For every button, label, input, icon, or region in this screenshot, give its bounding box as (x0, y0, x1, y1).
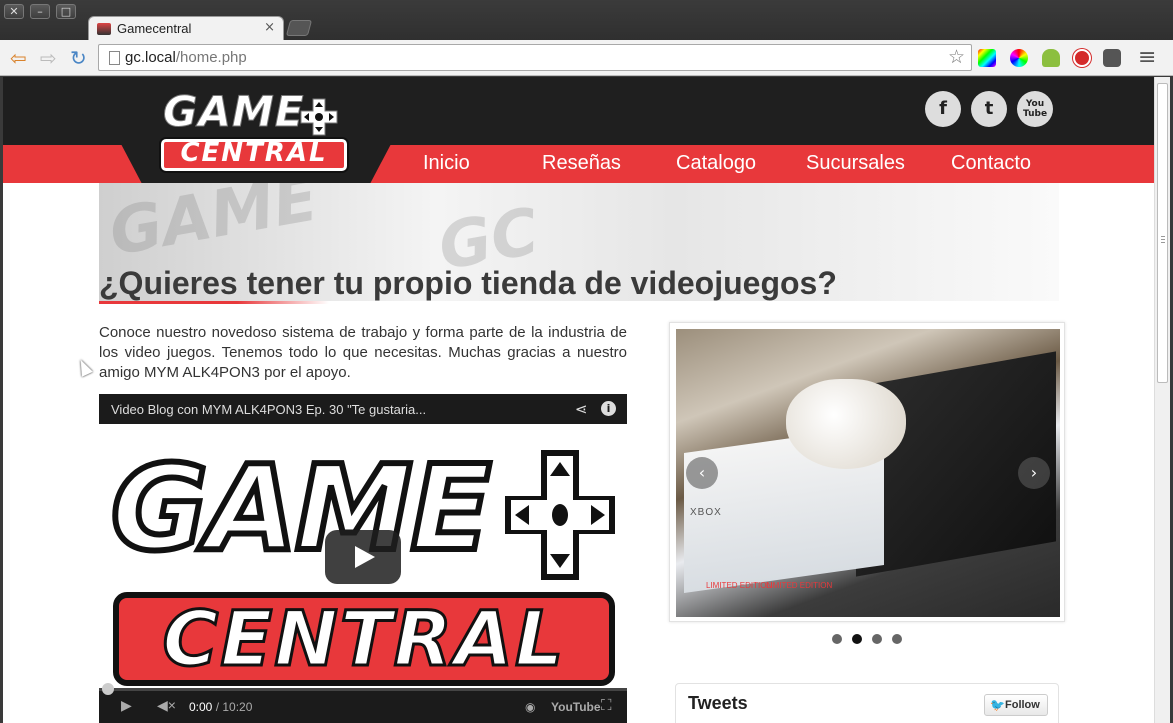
time-total: 10:20 (222, 700, 253, 714)
intro-paragraph: Conoce nuestro novedoso sistema de traba… (99, 324, 627, 381)
progress-scrubber[interactable] (102, 683, 114, 695)
slider-dot-active[interactable] (852, 634, 862, 644)
page-scrollbar[interactable] (1154, 77, 1170, 723)
twitter-bird-icon: 🐦 (990, 698, 1005, 712)
tab-close-icon[interactable]: × (264, 20, 275, 35)
scrollbar-thumb[interactable] (1157, 83, 1168, 383)
logo-central-text[interactable]: CENTRAL (163, 138, 345, 168)
slider-dot[interactable] (872, 634, 882, 644)
adblock-icon[interactable] (1073, 49, 1091, 67)
video-controls: ▶ ◀× 0:00 / 10:20 ◉ YouTube ⛶ (99, 683, 627, 723)
scrollbar-grip (1161, 236, 1165, 237)
slide-edition-label: LIMITED EDITION (706, 581, 773, 590)
hero-watermark: GAME (104, 183, 324, 271)
dpad-icon (300, 98, 338, 136)
color-wheel-icon[interactable] (1010, 49, 1028, 67)
scrollbar-grip (1161, 242, 1165, 243)
forward-arrow-icon[interactable]: ⇨ (40, 47, 57, 69)
video-dpad-icon (505, 450, 615, 580)
menu-icon[interactable]: ≡ (1138, 47, 1156, 69)
page-icon (109, 51, 120, 65)
new-tab-button[interactable] (285, 20, 313, 36)
bookmark-star-icon[interactable]: ☆ (948, 46, 965, 68)
youtube-icon-line1: You (1025, 99, 1045, 109)
title-underline (99, 301, 329, 304)
slide-controller (786, 379, 906, 469)
tweets-widget: Tweets 🐦 Follow (675, 683, 1059, 723)
youtube-icon-line2: Tube (1022, 109, 1048, 119)
time-separator: / (212, 700, 223, 714)
slide-image[interactable]: XBOX LIMITED EDITION LIMITED EDITION ‹ › (676, 329, 1060, 617)
scrollbar-grip (1161, 239, 1165, 240)
play-button[interactable] (325, 530, 401, 584)
tweets-title: Tweets (688, 693, 748, 713)
video-title-bar: Video Blog con MYM ALK4PON3 Ep. 30 "Te g… (99, 394, 627, 424)
play-icon (355, 546, 375, 568)
url-text: gc.local/home.php (125, 49, 247, 66)
share-icon[interactable]: ⋖ (575, 400, 588, 418)
info-icon[interactable]: i (601, 401, 616, 416)
slide-xbox-label: XBOX (690, 507, 722, 518)
slider-dot[interactable] (832, 634, 842, 644)
color-picker-icon[interactable] (978, 49, 996, 67)
nav-inicio[interactable]: Inicio (423, 152, 470, 175)
slide-edition-label: LIMITED EDITION (766, 581, 833, 590)
mouse-cursor (75, 357, 93, 377)
favicon-icon (97, 23, 111, 35)
twitter-follow-button[interactable]: 🐦 Follow (984, 694, 1048, 716)
browser-tab-active[interactable]: Gamecentral × (88, 16, 284, 41)
page-title: ¿Quieres tener tu propio tienda de video… (99, 265, 837, 301)
follow-label: Follow (1005, 699, 1040, 711)
facebook-icon[interactable]: f (925, 91, 961, 127)
video-title[interactable]: Video Blog con MYM ALK4PON3 Ep. 30 "Te g… (111, 402, 426, 417)
nav-resenas[interactable]: Reseñas (542, 152, 621, 175)
fullscreen-icon[interactable]: ⛶ (601, 697, 612, 714)
time-current: 0:00 (189, 700, 213, 714)
logo-game-text[interactable]: GAME (162, 88, 304, 135)
youtube-logo[interactable]: YouTube (551, 700, 601, 714)
page-viewport: GAME CENTRAL f t You Tube Inicio Reseñas… (3, 77, 1154, 723)
window-minimize-button[interactable]: – (30, 4, 50, 19)
play-small-icon[interactable]: ▶ (121, 697, 132, 714)
pocket-icon[interactable] (1103, 49, 1121, 67)
settings-icon[interactable]: ◉ (525, 700, 535, 714)
video-thumb-central-text: CENTRAL (161, 593, 566, 685)
android-icon[interactable] (1042, 49, 1060, 67)
address-bar[interactable]: gc.local/home.php ☆ (98, 44, 972, 71)
image-slider: XBOX LIMITED EDITION LIMITED EDITION ‹ › (669, 322, 1065, 622)
video-progress-bar[interactable] (99, 683, 627, 695)
youtube-embed[interactable]: GAME CENTRAL Video Blog con MYM ALK4PON3… (99, 394, 627, 723)
url-path: /home.php (175, 49, 247, 66)
twitter-icon[interactable]: t (971, 91, 1007, 127)
youtube-icon[interactable]: You Tube (1017, 91, 1053, 127)
video-time: 0:00 / 10:20 (189, 700, 252, 714)
slider-prev-button[interactable]: ‹ (686, 457, 718, 489)
reload-icon[interactable]: ↻ (70, 47, 87, 69)
mute-icon[interactable]: ◀× (157, 697, 176, 714)
tab-title: Gamecentral (117, 21, 192, 36)
video-thumb-game-text: GAME (108, 436, 494, 580)
url-host: gc.local (125, 49, 176, 66)
browser-toolbar: ⇦ ⇨ ↻ gc.local/home.php ☆ ≡ (0, 40, 1173, 76)
window-titlebar: ✕ – □ Gamecentral × (0, 0, 1173, 41)
back-arrow-icon[interactable]: ⇦ (10, 47, 27, 69)
nav-contacto[interactable]: Contacto (951, 152, 1031, 175)
slider-next-button[interactable]: › (1018, 457, 1050, 489)
window-close-button[interactable]: ✕ (4, 4, 24, 19)
nav-catalogo[interactable]: Catalogo (676, 152, 756, 175)
slider-dot[interactable] (892, 634, 902, 644)
window-maximize-button[interactable]: □ (56, 4, 76, 19)
nav-sucursales[interactable]: Sucursales (806, 152, 905, 175)
